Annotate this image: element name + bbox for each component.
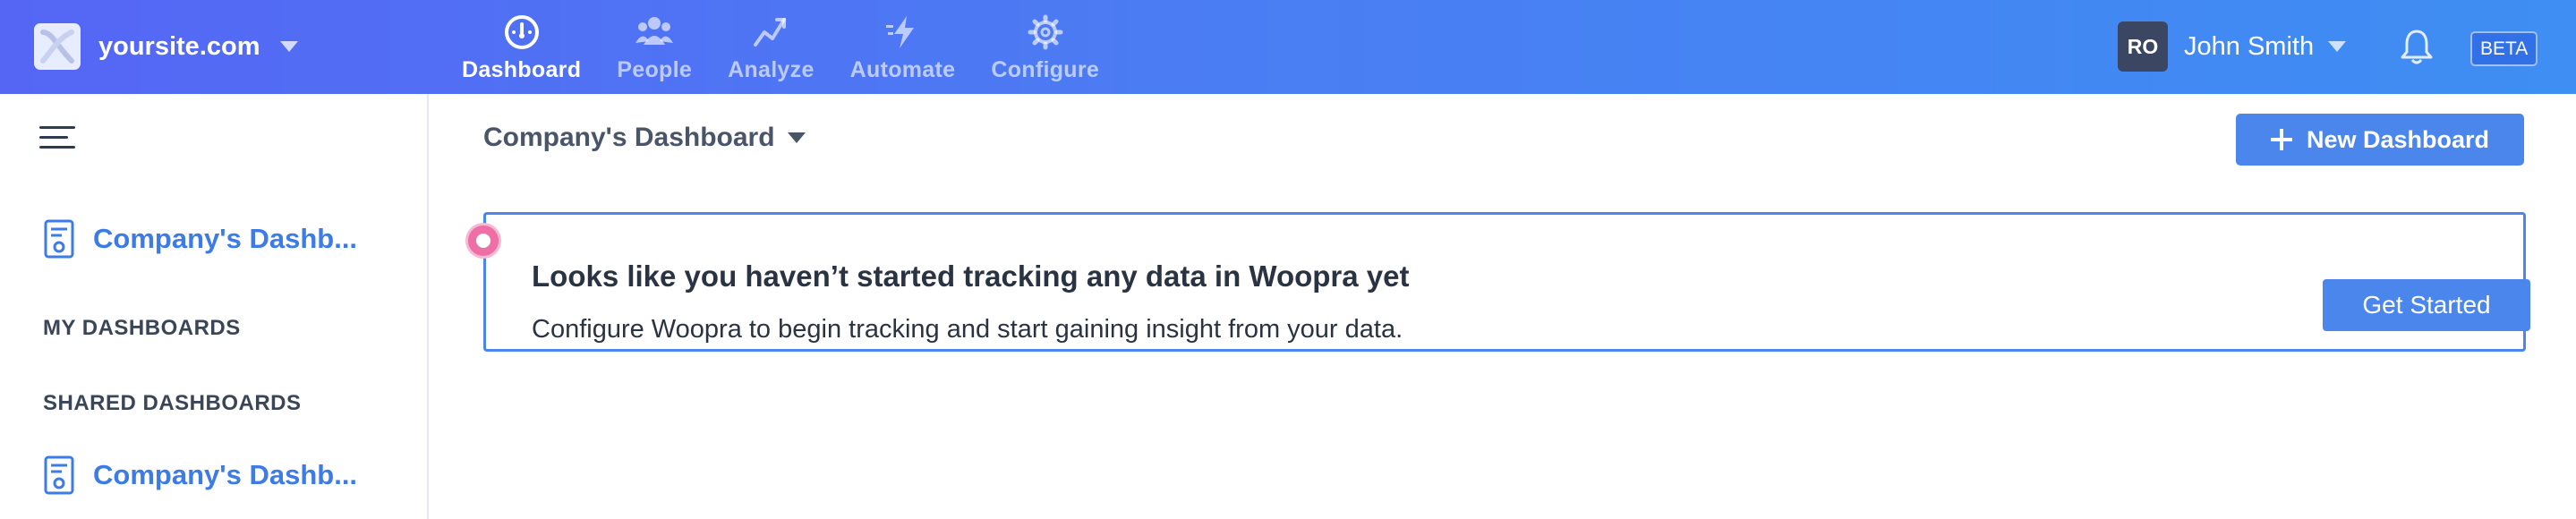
bell-icon[interactable] — [2397, 27, 2436, 66]
dashboard-selector[interactable]: Company's Dashboard — [483, 123, 806, 153]
sidebar: Company's Dashb... MY DASHBOARDS SHARED … — [0, 94, 429, 519]
dashboard-document-icon — [44, 219, 74, 259]
nav-item-configure[interactable]: Configure — [991, 13, 1099, 83]
get-started-button[interactable]: Get Started — [2323, 279, 2530, 331]
new-dashboard-label: New Dashboard — [2306, 125, 2490, 153]
sidebar-item-label: Company's Dashb... — [93, 459, 358, 490]
nav-item-dashboard[interactable]: Dashboard — [462, 13, 581, 83]
nav-label-people: People — [617, 57, 693, 82]
dashboard-document-icon — [44, 455, 74, 495]
trend-line-icon — [751, 13, 790, 52]
user-menu[interactable]: RO John Smith — [2118, 21, 2347, 72]
hamburger-menu-icon[interactable] — [39, 126, 75, 153]
my-dashboards-heading: MY DASHBOARDS — [43, 316, 241, 340]
site-name: yoursite.com — [98, 31, 260, 61]
nav-label-configure: Configure — [991, 57, 1100, 82]
notice-text: Configure Woopra to begin tracking and s… — [532, 315, 1403, 344]
site-switcher[interactable]: yoursite.com — [34, 23, 298, 70]
people-icon — [635, 13, 674, 52]
top-navigation-bar: yoursite.com Dashboard People Analyze Au… — [0, 0, 2576, 94]
dashboard-selector-label: Company's Dashboard — [483, 123, 775, 152]
sidebar-item-label: Company's Dashb... — [93, 223, 358, 254]
chevron-down-icon — [2328, 41, 2347, 52]
chevron-down-icon — [279, 41, 298, 52]
chevron-down-icon — [787, 132, 806, 143]
annotation-pin-icon[interactable] — [465, 223, 501, 259]
dashboard-gauge-icon — [502, 13, 542, 52]
lightning-icon — [883, 13, 923, 52]
new-dashboard-button[interactable]: New Dashboard — [2236, 114, 2524, 166]
site-logo-icon — [34, 23, 81, 70]
nav-label-dashboard: Dashboard — [462, 57, 582, 82]
beta-badge: BETA — [2470, 31, 2538, 66]
user-name: John Smith — [2184, 31, 2315, 61]
nav-item-automate[interactable]: Automate — [850, 13, 956, 83]
sidebar-item-company-dashboard[interactable]: Company's Dashb... — [43, 219, 357, 259]
nav-label-automate: Automate — [849, 57, 956, 82]
main-nav: Dashboard People Analyze Automate Config… — [462, 13, 1135, 83]
nav-item-people[interactable]: People — [617, 13, 692, 83]
nav-item-analyze[interactable]: Analyze — [728, 13, 815, 83]
avatar: RO — [2118, 21, 2168, 72]
gear-icon — [1026, 13, 1065, 52]
empty-data-notice: Looks like you haven’t started tracking … — [483, 212, 2530, 352]
nav-label-analyze: Analyze — [728, 57, 815, 82]
plus-icon — [2270, 129, 2292, 150]
sidebar-item-shared-company-dashboard[interactable]: Company's Dashb... — [43, 455, 357, 495]
notice-title: Looks like you haven’t started tracking … — [532, 260, 1410, 293]
shared-dashboards-heading: SHARED DASHBOARDS — [43, 391, 302, 415]
main-content: Company's Dashboard New Dashboard Looks … — [431, 94, 2576, 519]
